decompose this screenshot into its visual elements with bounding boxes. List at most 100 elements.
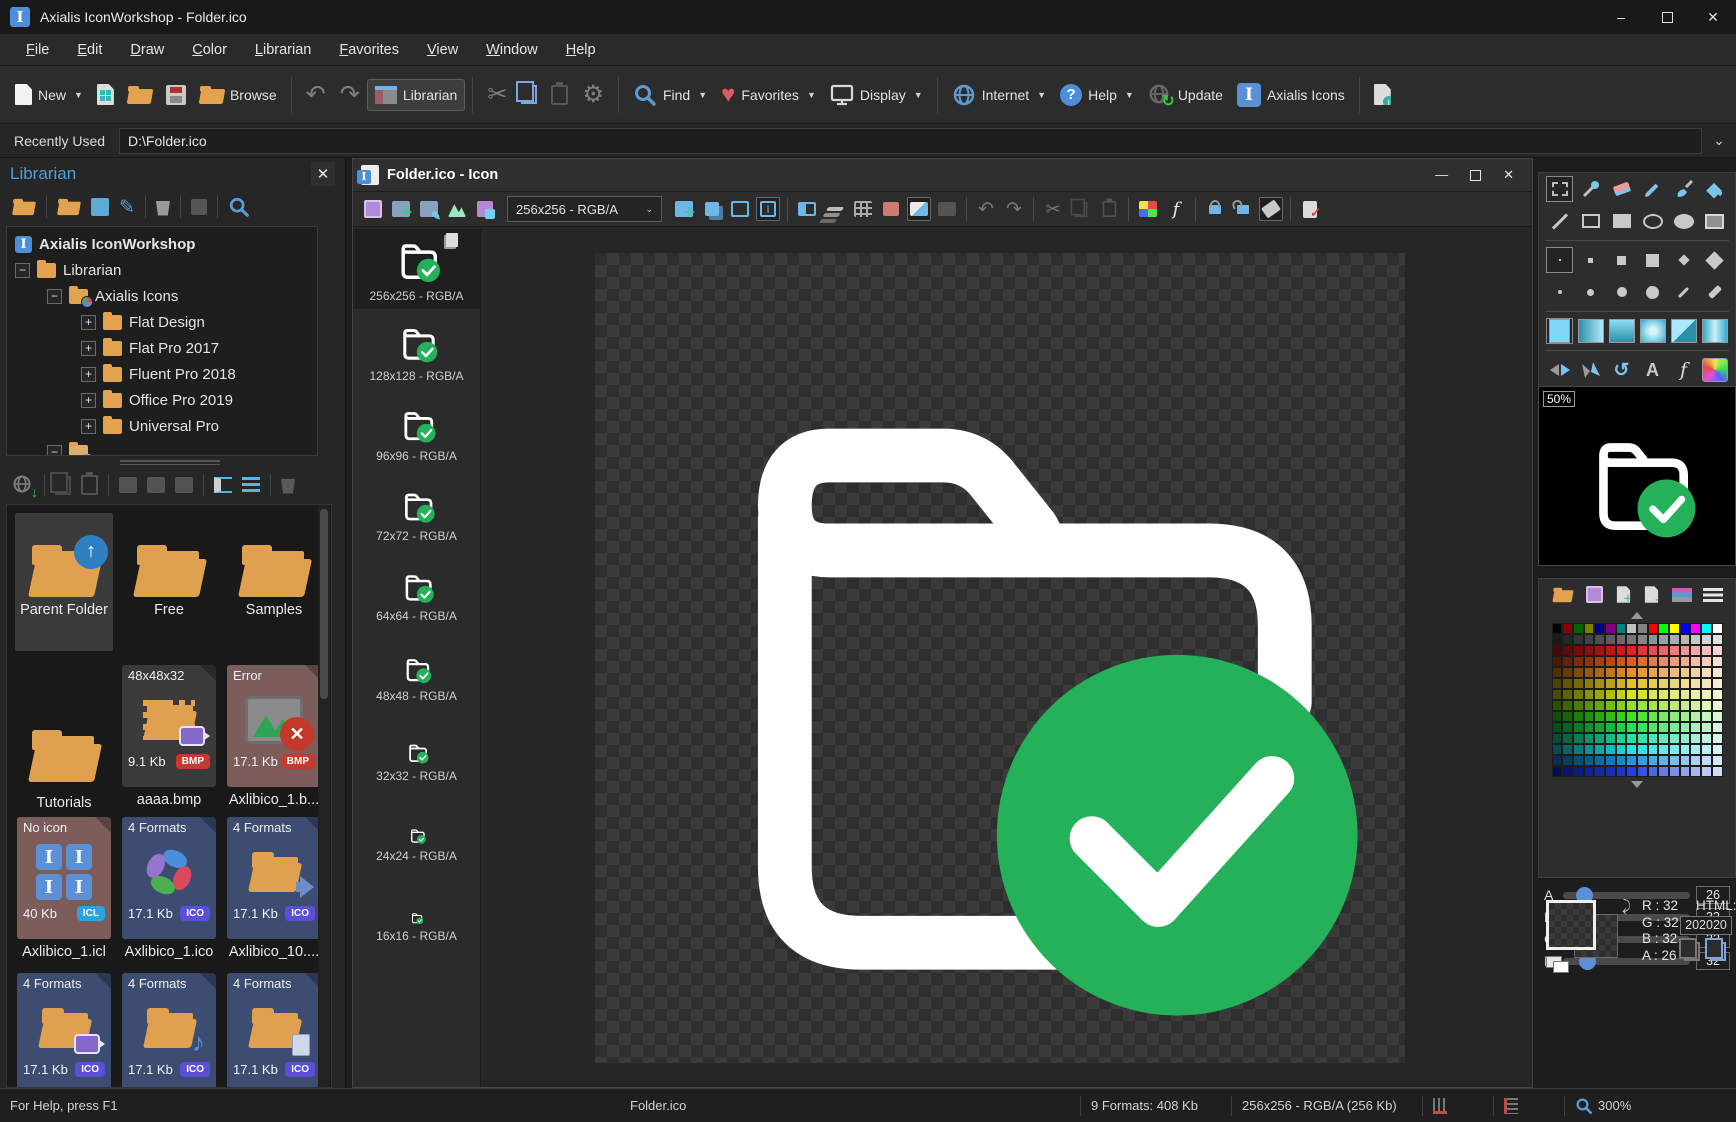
brush-size-dot-large[interactable] xyxy=(1608,279,1635,305)
expand-icon[interactable]: + xyxy=(81,341,96,356)
line-tool[interactable] xyxy=(1546,208,1573,234)
remove-format-button[interactable] xyxy=(879,197,903,221)
view-thumbnails-button[interactable] xyxy=(214,477,232,493)
collapse-icon[interactable]: − xyxy=(47,445,62,457)
display-button[interactable]: Display▼ xyxy=(823,77,930,113)
brush-slash-thick[interactable] xyxy=(1701,279,1728,305)
expand-icon[interactable]: + xyxy=(81,315,96,330)
brush-slash-thin[interactable] xyxy=(1670,279,1697,305)
load-palette-button[interactable] xyxy=(1553,587,1572,601)
edit-format-button[interactable]: ✎ xyxy=(417,197,441,221)
swap-colors-chips[interactable] xyxy=(1546,956,1570,972)
format-entry-24[interactable]: 24x24 - RGB/A xyxy=(353,789,480,869)
format-entry-48[interactable]: 48x48 - RGB/A xyxy=(353,629,480,709)
new-folder-button[interactable] xyxy=(58,199,80,215)
doc-save-button[interactable] xyxy=(361,197,385,221)
gradient-list-icon[interactable] xyxy=(1672,588,1692,602)
collapse-icon[interactable]: − xyxy=(47,289,62,304)
file-item-aaaa-bmp[interactable]: 48x48x32 9.1 Kb BMP aaaa.bmp xyxy=(120,665,218,813)
file-item-axlibico-1-bmp[interactable]: Error ✕ 17.1 Kb BMP Axlibico_1.b... xyxy=(225,665,323,813)
file-item-partial-1[interactable]: 4 Formats 17.1 Kb ICO xyxy=(15,973,113,1088)
menu-window[interactable]: Window xyxy=(472,37,552,63)
close-button[interactable]: ✕ xyxy=(1690,0,1736,34)
eyedropper-tool[interactable] xyxy=(1577,176,1604,202)
format-entry-96[interactable]: 96x96 - RGB/A xyxy=(353,389,480,469)
folder-up-button[interactable] xyxy=(13,199,35,215)
brush-size-sq-large[interactable] xyxy=(1639,247,1666,273)
preview-panels-button[interactable] xyxy=(795,197,819,221)
minimize-button[interactable]: – xyxy=(1598,0,1644,34)
menu-help[interactable]: Help xyxy=(552,37,610,63)
filled-ellipse-tool[interactable] xyxy=(1670,208,1697,234)
redo-button[interactable]: ↷ xyxy=(333,77,367,113)
tree-item-flat-pro-2017[interactable]: + Flat Pro 2017 xyxy=(7,335,317,361)
fill-bucket-tool[interactable] xyxy=(1701,176,1728,202)
matte-knife-button[interactable] xyxy=(1259,197,1283,221)
tree-item-universal-pro[interactable]: + Universal Pro xyxy=(7,413,317,439)
palette-scroll-down[interactable] xyxy=(1631,781,1643,788)
tree-item-axialis-icons[interactable]: − Axialis Icons xyxy=(7,283,317,309)
format-entry-72[interactable]: 72x72 - RGB/A xyxy=(353,469,480,549)
browse-button[interactable]: Browse xyxy=(193,80,284,110)
doc-minimize-button[interactable]: — xyxy=(1435,167,1448,183)
document-titlebar[interactable]: I Folder.ico - Icon — ✕ xyxy=(353,159,1532,192)
fill-gradient-left[interactable] xyxy=(1577,318,1604,344)
menu-librarian[interactable]: Librarian xyxy=(241,37,325,63)
new-button[interactable]: New▼ xyxy=(8,78,90,111)
menu-edit[interactable]: Edit xyxy=(63,37,116,63)
import-icon-button[interactable] xyxy=(147,477,165,493)
rectangle-tool[interactable] xyxy=(1577,208,1604,234)
chevron-down-icon[interactable]: ⌄ xyxy=(1702,132,1736,149)
format-dropdown[interactable]: 256x256 - RGB/A⌄ xyxy=(507,196,662,222)
expand-icon[interactable]: + xyxy=(81,367,96,382)
select-tool[interactable] xyxy=(1546,176,1573,202)
export-image-button[interactable] xyxy=(473,197,497,221)
swap-colors-icon[interactable]: ⤸ xyxy=(1622,898,1631,915)
internet-button[interactable]: Internet▼ xyxy=(945,77,1053,113)
brush-tool[interactable] xyxy=(1670,176,1697,202)
doc-undo-button[interactable]: ↶ xyxy=(974,197,998,221)
copy-file-button[interactable] xyxy=(55,476,71,495)
open-button[interactable] xyxy=(121,80,159,110)
add-color-button[interactable]: ＋ xyxy=(1616,586,1630,603)
fill-gradient-radial[interactable] xyxy=(1639,318,1666,344)
check-task-button[interactable]: ✓ xyxy=(1298,197,1322,221)
lock-button[interactable] xyxy=(1203,197,1227,221)
doc-redo-button[interactable]: ↷ xyxy=(1002,197,1026,221)
help-button[interactable]: ? Help▼ xyxy=(1053,78,1141,112)
eraser-tool[interactable] xyxy=(1608,176,1635,202)
import-image-button[interactable] xyxy=(445,197,469,221)
librarian-toggle-button[interactable]: Librarian xyxy=(367,79,465,111)
expand-icon[interactable]: + xyxy=(81,393,96,408)
doc-paste-button[interactable] xyxy=(1097,197,1121,221)
effects-tool[interactable]: f xyxy=(1670,357,1697,383)
update-button[interactable]: ↻ Update xyxy=(1141,77,1230,113)
properties-button[interactable] xyxy=(191,199,207,215)
file-item-axlibico-1-icl[interactable]: No icon IIII 40 Kb ICL Axlibico_1.icl xyxy=(15,817,113,962)
format-entry-16[interactable]: 16x16 - RGB/A xyxy=(353,869,480,949)
paste-color-icon[interactable] xyxy=(1710,942,1726,961)
flip-vertical-tool[interactable] xyxy=(1577,357,1604,383)
maximize-button[interactable] xyxy=(1644,0,1690,34)
paste-button[interactable] xyxy=(544,79,575,111)
format-entry-64[interactable]: 64x64 - RGB/A xyxy=(353,549,480,629)
cut-button[interactable]: ✂ xyxy=(480,77,514,113)
tree-item-flat-design[interactable]: + Flat Design xyxy=(7,309,317,335)
status-zoom[interactable]: 300% xyxy=(1565,1097,1641,1115)
new-from-template-button[interactable] xyxy=(90,78,121,111)
format-entry-256[interactable]: 256x256 - RGB/A xyxy=(353,229,480,309)
foreground-color-swatch[interactable] xyxy=(1546,900,1596,950)
remove-color-button[interactable]: − xyxy=(1645,586,1659,603)
tree-item-office-pro-2019[interactable]: + Office Pro 2019 xyxy=(7,387,317,413)
file-item-tutorials[interactable]: Tutorials xyxy=(15,665,113,813)
rename-button[interactable]: ✎ xyxy=(119,196,135,219)
brush-size-diamond-large[interactable] xyxy=(1701,247,1728,273)
librarian-close-icon[interactable]: ✕ xyxy=(311,162,335,186)
axialis-icons-button[interactable]: I Axialis Icons xyxy=(1230,77,1352,113)
save-palette-button[interactable] xyxy=(1586,586,1603,603)
fill-gradient-diagonal[interactable] xyxy=(1670,318,1697,344)
duplicate-format-button[interactable] xyxy=(700,197,724,221)
favorites-button[interactable]: ♥ Favorites▼ xyxy=(714,77,823,113)
menu-favorites[interactable]: Favorites xyxy=(325,37,413,63)
file-item-partial-2[interactable]: 4 Formats ♪ 17.1 Kb ICO xyxy=(120,973,218,1088)
